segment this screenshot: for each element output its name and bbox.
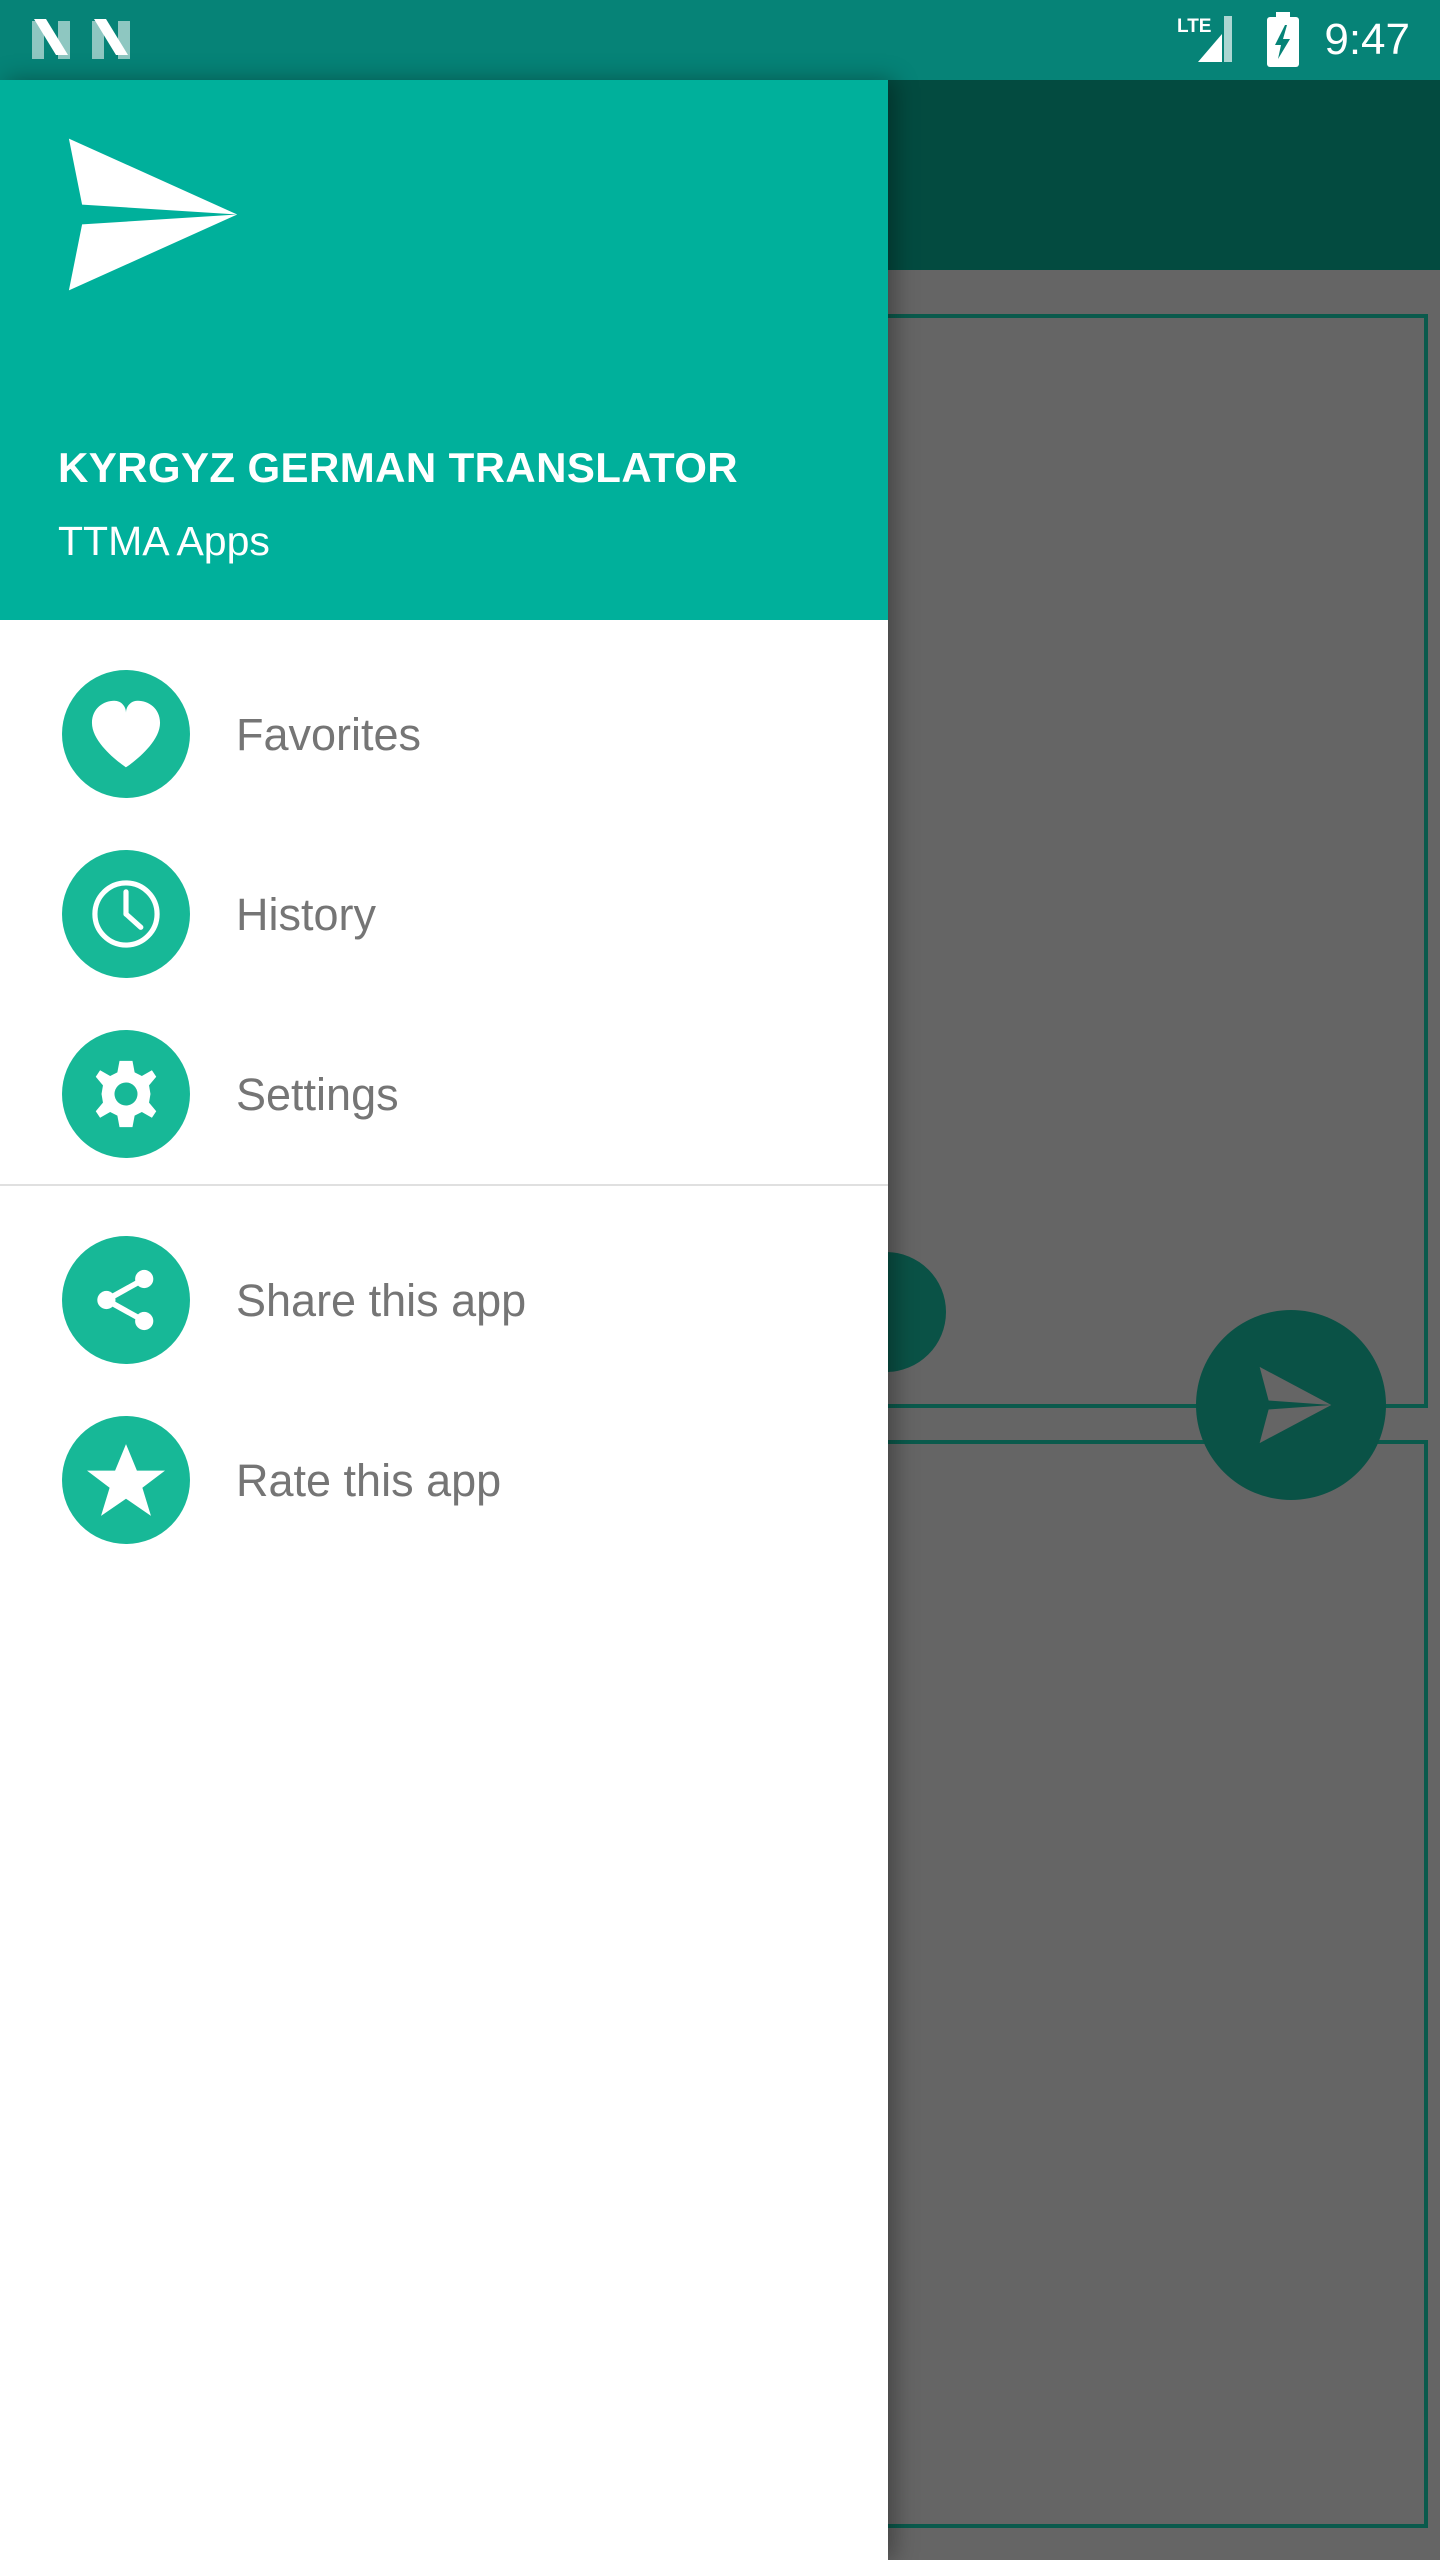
status-notification-area (0, 15, 134, 65)
drawer-primary-menu: Favorites History Settings (0, 620, 888, 1184)
gear-icon (62, 1030, 190, 1158)
drawer-app-title: KYRGYZ GERMAN TRANSLATOR (58, 444, 739, 491)
send-icon (1259, 1366, 1332, 1444)
drawer-item-settings[interactable]: Settings (0, 1004, 888, 1184)
navigation-drawer: KYRGYZ GERMAN TRANSLATOR TTMA Apps Favor… (0, 80, 888, 2560)
drawer-item-favorites[interactable]: Favorites (0, 644, 888, 824)
drawer-item-label: Favorites (236, 708, 422, 760)
share-icon (62, 1236, 190, 1364)
drawer-item-share-this-app[interactable]: Share this app (0, 1210, 888, 1390)
drawer-item-history[interactable]: History (0, 824, 888, 1004)
status-system-area: LTE 9:47 (1176, 11, 1440, 69)
android-n-icon (32, 19, 70, 59)
status-clock: 9:47 (1324, 15, 1410, 64)
drawer-item-label: Share this app (236, 1274, 527, 1326)
heart-icon (62, 670, 190, 798)
clock-icon (62, 850, 190, 978)
drawer-item-rate-this-app[interactable]: Rate this app (0, 1390, 888, 1570)
status-bar: LTE 9:47 (0, 0, 1440, 80)
star-icon (62, 1416, 190, 1544)
signal-bars-icon: LTE (1177, 16, 1233, 62)
drawer-header: KYRGYZ GERMAN TRANSLATOR TTMA Apps (0, 80, 888, 620)
app-screen: GERMAN LTE (0, 0, 1440, 2560)
android-n-icon (92, 19, 130, 59)
drawer-app-subtitle: TTMA Apps (58, 518, 270, 564)
drawer-item-label: Settings (236, 1068, 399, 1120)
send-paper-plane-icon (68, 138, 238, 291)
drawer-item-label: Rate this app (236, 1454, 502, 1506)
drawer-item-label: History (236, 888, 377, 940)
drawer-secondary-menu: Share this app Rate this app (0, 1186, 888, 1570)
battery-charging-icon (1267, 12, 1300, 67)
translate-fab[interactable] (1196, 1310, 1386, 1500)
svg-text:LTE: LTE (1177, 16, 1211, 37)
